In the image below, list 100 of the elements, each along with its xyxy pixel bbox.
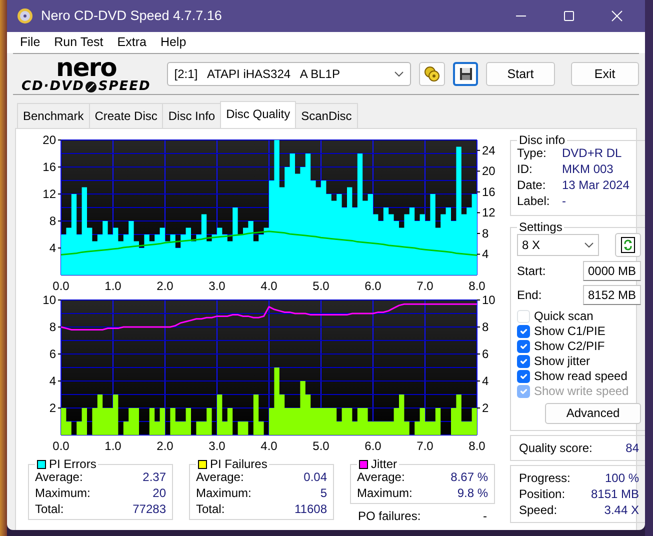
axis-label: 1.0 bbox=[104, 439, 122, 453]
stat-value: 9.8 % bbox=[457, 485, 488, 502]
group-title: PI Errors bbox=[49, 457, 96, 472]
checkbox[interactable] bbox=[517, 354, 530, 368]
chevron-icon bbox=[394, 71, 404, 77]
tab[interactable]: Disc Quality bbox=[220, 101, 296, 128]
axis-label: 5.0 bbox=[312, 279, 330, 293]
start-button[interactable]: Start bbox=[486, 62, 555, 86]
axis-label: 12 bbox=[42, 187, 56, 201]
window-title: Nero CD-DVD Speed 4.7.7.16 bbox=[41, 6, 223, 25]
advanced-button[interactable]: Advanced bbox=[545, 402, 641, 424]
stat-label: PO failures: bbox=[358, 508, 421, 524]
axis-label: 4.0 bbox=[260, 279, 278, 293]
maximize-icon[interactable] bbox=[562, 9, 576, 23]
stat-value: 77283 bbox=[132, 501, 166, 518]
axis-label: 0.0 bbox=[52, 439, 70, 453]
info-value: MKM 003 bbox=[562, 161, 614, 178]
disc-icon bbox=[17, 8, 33, 24]
group-title: PI Failures bbox=[210, 457, 268, 472]
progress-label: Progress: bbox=[519, 470, 570, 486]
axis-label: 4 bbox=[482, 247, 489, 262]
tab[interactable]: ScanDisc bbox=[295, 103, 358, 128]
checkbox[interactable] bbox=[517, 370, 530, 383]
exit-button[interactable]: Exit bbox=[570, 62, 639, 86]
axis-label: 3.0 bbox=[208, 279, 226, 293]
stat-label: Average: bbox=[357, 469, 405, 486]
checkbox[interactable] bbox=[517, 324, 530, 338]
discs-button[interactable] bbox=[419, 62, 445, 86]
axis-label: 20 bbox=[482, 164, 496, 178]
quality-label: Quality score: bbox=[519, 440, 592, 456]
progress-value: 8151 MB bbox=[590, 486, 639, 502]
axis-label: 5.0 bbox=[312, 439, 330, 453]
logo-text: SPEED bbox=[98, 80, 151, 93]
stat-label: Total: bbox=[196, 501, 225, 518]
info-value: - bbox=[562, 193, 566, 210]
floppy-icon bbox=[458, 67, 473, 81]
logo-text: CD·DVD bbox=[21, 80, 84, 93]
stat-value: 20 bbox=[152, 485, 166, 502]
stat-label: Average: bbox=[35, 469, 83, 486]
axis-label: 4.0 bbox=[260, 439, 278, 453]
axis-label: 2.0 bbox=[156, 439, 174, 453]
axis-label: 8.0 bbox=[468, 439, 486, 453]
group-title: Disc info bbox=[518, 133, 566, 148]
axis-label: 3.0 bbox=[208, 439, 226, 453]
axis-label: 4 bbox=[49, 241, 56, 255]
checkbox-label: Quick scan bbox=[534, 308, 594, 324]
progress-label: Position: bbox=[519, 486, 566, 502]
stat-value: 2.37 bbox=[142, 469, 166, 486]
axis-label: 6 bbox=[482, 347, 489, 361]
checkbox-label: Show jitter bbox=[534, 354, 590, 369]
axis-label: 24 bbox=[482, 143, 496, 158]
axis-label: 4 bbox=[482, 374, 489, 388]
axis-label: 4 bbox=[49, 374, 56, 388]
axis-label: 6.0 bbox=[364, 439, 382, 453]
speed-dropdown[interactable]: 8 X bbox=[517, 234, 599, 256]
menu-item[interactable]: Extra bbox=[110, 31, 154, 54]
group-title: Settings bbox=[518, 220, 564, 235]
axis-label: 6.0 bbox=[364, 279, 382, 293]
field-label: Start: bbox=[517, 262, 546, 280]
axis-label: 16 bbox=[42, 160, 56, 174]
refresh-button[interactable] bbox=[615, 232, 641, 257]
info-label: Date: bbox=[517, 177, 547, 194]
refresh-icon bbox=[621, 236, 635, 253]
progress-value: 100 % bbox=[604, 470, 639, 486]
group-title: Jitter bbox=[371, 457, 398, 472]
stat-value: 11608 bbox=[294, 501, 327, 518]
checkbox[interactable] bbox=[517, 340, 530, 353]
axis-label: 7.0 bbox=[416, 279, 434, 293]
stat-label: Maximum: bbox=[196, 485, 252, 502]
stat-value: 0.04 bbox=[304, 469, 327, 486]
input-field[interactable]: 8152 MB bbox=[583, 284, 641, 305]
menu-item[interactable]: Help bbox=[153, 31, 194, 54]
quality-value: 84 bbox=[626, 440, 639, 456]
menu-item[interactable]: Run Test bbox=[47, 31, 110, 54]
field-label: End: bbox=[517, 286, 542, 304]
axis-label: 20 bbox=[42, 133, 56, 147]
axis-label: 8 bbox=[49, 214, 56, 228]
axis-label: 8.0 bbox=[468, 279, 486, 293]
stat-value: - bbox=[483, 508, 487, 524]
chevron-icon bbox=[584, 242, 594, 248]
axis-label: 8 bbox=[482, 226, 489, 240]
axis-label: 8 bbox=[482, 320, 489, 334]
stat-label: Maximum: bbox=[35, 485, 90, 502]
axis-label: 16 bbox=[482, 184, 496, 199]
axis-label: 1.0 bbox=[104, 279, 122, 293]
axis-label: 7.0 bbox=[416, 439, 434, 453]
tab[interactable]: Benchmark bbox=[17, 103, 90, 128]
stat-label: Maximum: bbox=[357, 485, 412, 502]
close-icon[interactable] bbox=[610, 9, 624, 23]
drive-dropdown[interactable]: [2:1] ATAPI iHAS324 A BL1P bbox=[167, 62, 412, 86]
stat-value: 5 bbox=[320, 485, 327, 502]
input-field[interactable]: 0000 MB bbox=[583, 260, 641, 281]
checkbox-label: Show C2/PIF bbox=[534, 338, 605, 354]
info-value: DVD+R DL bbox=[562, 145, 622, 162]
axis-label: 8 bbox=[49, 320, 56, 334]
save-button[interactable] bbox=[452, 62, 478, 86]
info-label: ID: bbox=[517, 161, 534, 178]
axis-label: 10 bbox=[482, 293, 496, 307]
axis-label: 2 bbox=[49, 401, 56, 415]
menu-item[interactable]: File bbox=[13, 31, 48, 54]
